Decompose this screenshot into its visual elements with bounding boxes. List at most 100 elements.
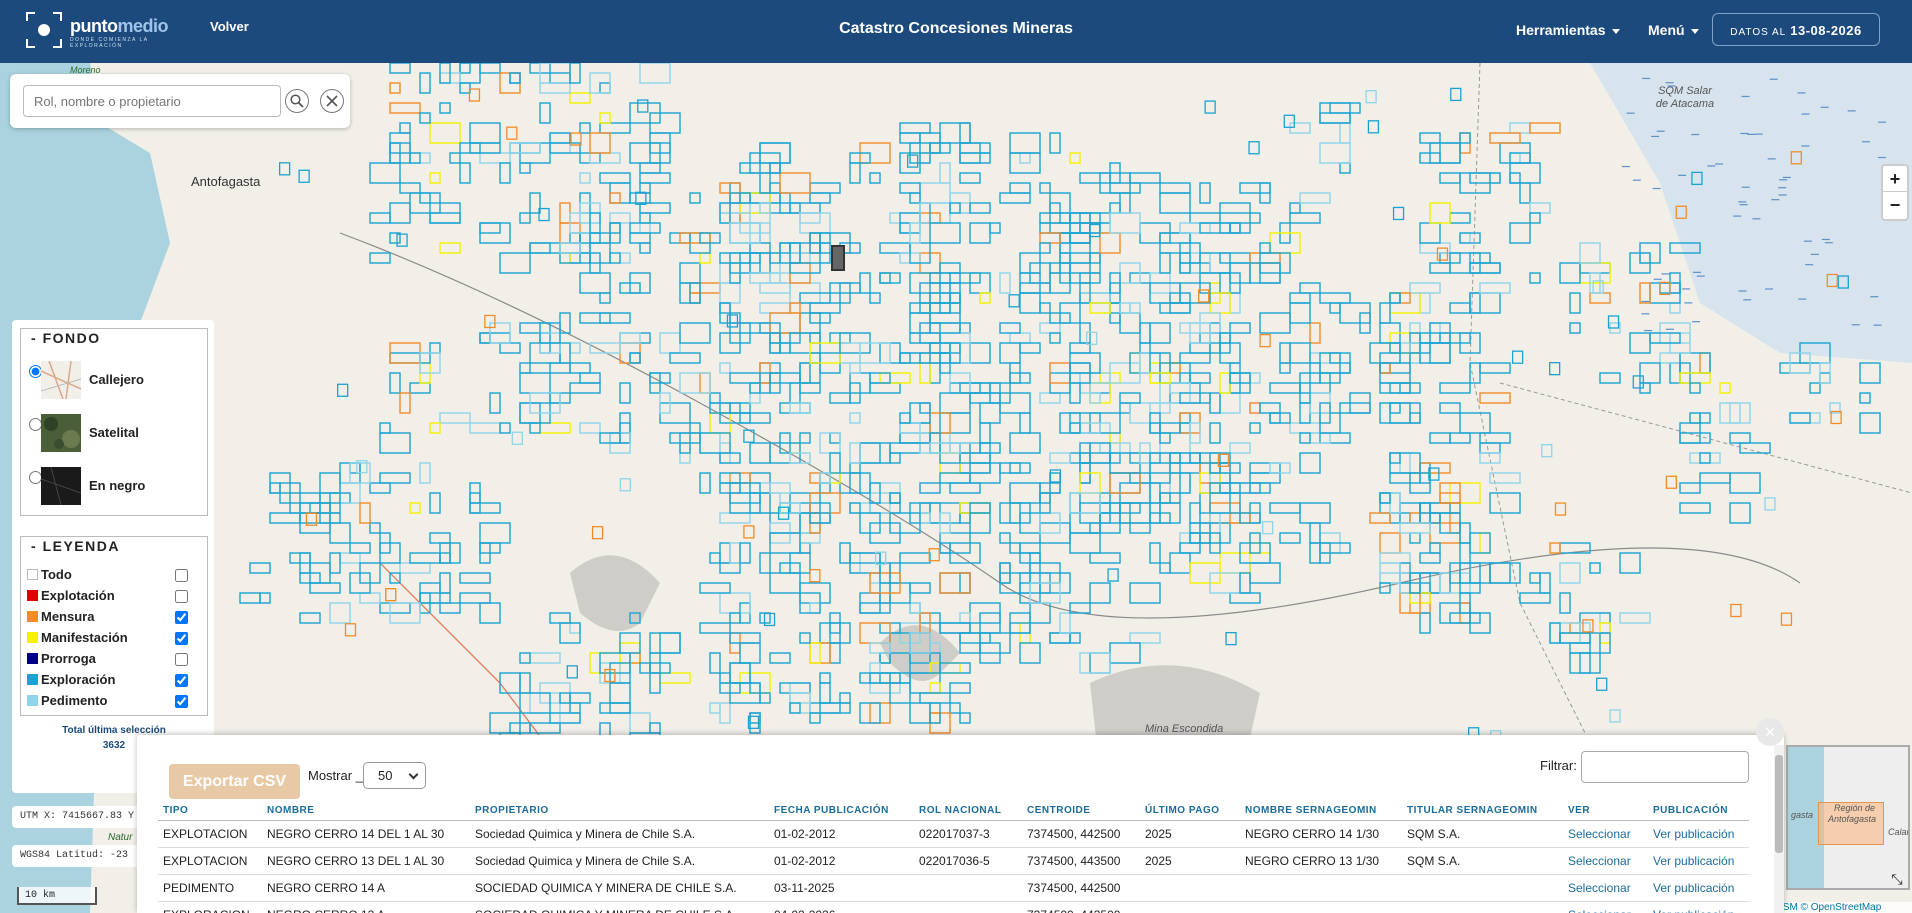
- legend-item-label: Pedimento: [41, 693, 108, 708]
- back-link[interactable]: Volver: [210, 19, 249, 34]
- search-button[interactable]: [285, 89, 309, 113]
- column-header[interactable]: VER: [1563, 802, 1648, 821]
- concession-polygon: [1069, 152, 1081, 164]
- basemap-title[interactable]: - FONDO: [21, 328, 111, 346]
- basemap-option-callejero[interactable]: Callejero: [26, 359, 206, 401]
- legend-checkbox[interactable]: [175, 632, 188, 645]
- basemap-option-satelital[interactable]: Satelital: [26, 412, 206, 454]
- zoom-in-button[interactable]: +: [1883, 166, 1907, 192]
- select-row-link[interactable]: Seleccionar: [1568, 881, 1631, 895]
- concession-polygon: [969, 382, 1001, 394]
- clear-search-button[interactable]: [320, 89, 344, 113]
- concession-polygon: [1719, 382, 1731, 394]
- export-csv-button[interactable]: Exportar CSV: [169, 764, 300, 799]
- concession-polygon: [459, 63, 471, 74]
- concession-polygon: [859, 672, 891, 684]
- concession-polygon: [579, 172, 591, 184]
- concession-polygon: [468, 88, 481, 102]
- column-header[interactable]: NOMBRE: [262, 802, 470, 821]
- concession-polygon: [829, 392, 851, 404]
- concession-polygon: [1339, 122, 1351, 144]
- concession-polygon: [839, 472, 871, 494]
- concession-polygon: [599, 292, 611, 304]
- puntomedio-logo[interactable]: puntomedio DONDE COMIENZA LA EXPLORACIÓN: [26, 12, 186, 52]
- legend-swatch: [27, 611, 38, 622]
- legend-item[interactable]: Todo: [25, 566, 205, 586]
- concession-polygon: [1389, 342, 1401, 354]
- tools-menu[interactable]: Herramientas: [1516, 22, 1620, 38]
- table-row[interactable]: EXPLOTACION NEGRO CERRO 14 DEL 1 AL 30 Soc…: [158, 820, 1749, 848]
- column-header[interactable]: ÚLTIMO PAGO: [1140, 802, 1240, 821]
- legend-item[interactable]: Manifestación: [25, 629, 205, 649]
- concession-polygon: [1399, 382, 1411, 394]
- concession-polygon: [1269, 412, 1281, 424]
- column-header[interactable]: PROPIETARIO: [470, 802, 769, 821]
- minimap-toggle-button[interactable]: ⤡: [1888, 870, 1906, 888]
- minimap-city-label: gasta: [1791, 810, 1814, 820]
- legend-title[interactable]: - LEYENDA: [21, 536, 130, 554]
- column-header[interactable]: PUBLICACIÓN: [1648, 802, 1749, 821]
- basemap-option-negro[interactable]: En negro: [26, 465, 206, 507]
- concession-polygon: [939, 262, 961, 274]
- data-date-badge: DATOS AL 13-08-2026: [1712, 13, 1880, 46]
- concession-polygon: [779, 172, 811, 194]
- column-header[interactable]: TITULAR SERNAGEOMIN: [1402, 802, 1563, 821]
- column-header[interactable]: TIPO: [158, 802, 262, 821]
- view-publication-link[interactable]: Ver publicación: [1653, 854, 1734, 868]
- concession-polygon: [799, 382, 821, 394]
- concession-polygon: [1209, 392, 1221, 414]
- concession-polygon: [439, 552, 451, 564]
- zoom-out-button[interactable]: −: [1883, 192, 1907, 218]
- legend-checkbox[interactable]: [175, 569, 188, 582]
- legend-item[interactable]: Exploración: [25, 671, 205, 691]
- concession-polygon: [969, 342, 991, 364]
- concession-polygon: [1039, 212, 1051, 224]
- view-publication-link[interactable]: Ver publicación: [1653, 908, 1734, 913]
- legend-checkbox[interactable]: [175, 674, 188, 687]
- concession-polygon: [1229, 442, 1251, 454]
- concession-polygon: [1219, 372, 1231, 394]
- concession-polygon: [1049, 202, 1061, 214]
- concession-polygon: [599, 172, 631, 184]
- concession-polygon: [396, 233, 408, 247]
- concession-polygon: [1199, 222, 1231, 234]
- search-input[interactable]: [23, 85, 281, 117]
- column-header[interactable]: NOMBRE SERNAGEOMIN: [1240, 802, 1402, 821]
- legend-item[interactable]: Prorroga: [25, 650, 205, 670]
- overview-minimap[interactable]: gasta Región de Antofagasta Calar: [1786, 745, 1910, 890]
- select-row-link[interactable]: Seleccionar: [1568, 827, 1631, 841]
- table-row[interactable]: EXPLORACIONNEGRO CERRO 13 ASOCIEDAD QUIM…: [158, 901, 1749, 913]
- table-row[interactable]: PEDIMENTO NEGRO CERRO 14 A SOCIEDAD QUIMIC…: [158, 874, 1749, 902]
- legend-checkbox[interactable]: [175, 695, 188, 708]
- table-row[interactable]: EXPLOTACION NEGRO CERRO 13 DEL 1 AL 30 Soc…: [158, 847, 1749, 875]
- table-cell: Sociedad Quimica y Minera de Chile S.A.: [470, 820, 769, 848]
- legend-item[interactable]: Mensura: [25, 608, 205, 628]
- concession-polygon: [599, 702, 631, 714]
- legend-item[interactable]: Explotación: [25, 587, 205, 607]
- concession-polygon: [1039, 232, 1061, 244]
- concession-polygon: [809, 712, 821, 724]
- filter-input[interactable]: [1581, 751, 1749, 783]
- view-publication-link[interactable]: Ver publicación: [1653, 827, 1734, 841]
- column-header[interactable]: ROL NACIONAL: [914, 802, 1022, 821]
- column-header[interactable]: FECHA PUBLICACIÓN: [769, 802, 914, 821]
- concession-polygon: [1179, 352, 1211, 364]
- close-results-button[interactable]: ×: [1756, 718, 1784, 746]
- concession-polygon: [729, 372, 761, 384]
- legend-checkbox[interactable]: [175, 653, 188, 666]
- table-scrollbar[interactable]: [1774, 745, 1784, 913]
- legend-item[interactable]: Pedimento: [25, 692, 205, 712]
- main-menu[interactable]: Menú: [1648, 22, 1699, 38]
- select-row-link[interactable]: Seleccionar: [1568, 854, 1631, 868]
- concession-polygon: [1089, 652, 1111, 674]
- legend-checkbox[interactable]: [175, 590, 188, 603]
- openstreetmap-link[interactable]: © OpenStreetMap: [1801, 902, 1882, 913]
- select-row-link[interactable]: Seleccionar: [1568, 908, 1631, 913]
- page-size-select[interactable]: 50: [363, 762, 426, 789]
- column-header[interactable]: CENTROIDE: [1022, 802, 1140, 821]
- view-publication-link[interactable]: Ver publicación: [1653, 881, 1734, 895]
- concession-polygon: [779, 682, 811, 694]
- concession-polygon: [1299, 432, 1311, 444]
- scrollbar-thumb[interactable]: [1775, 755, 1783, 853]
- legend-checkbox[interactable]: [175, 611, 188, 624]
